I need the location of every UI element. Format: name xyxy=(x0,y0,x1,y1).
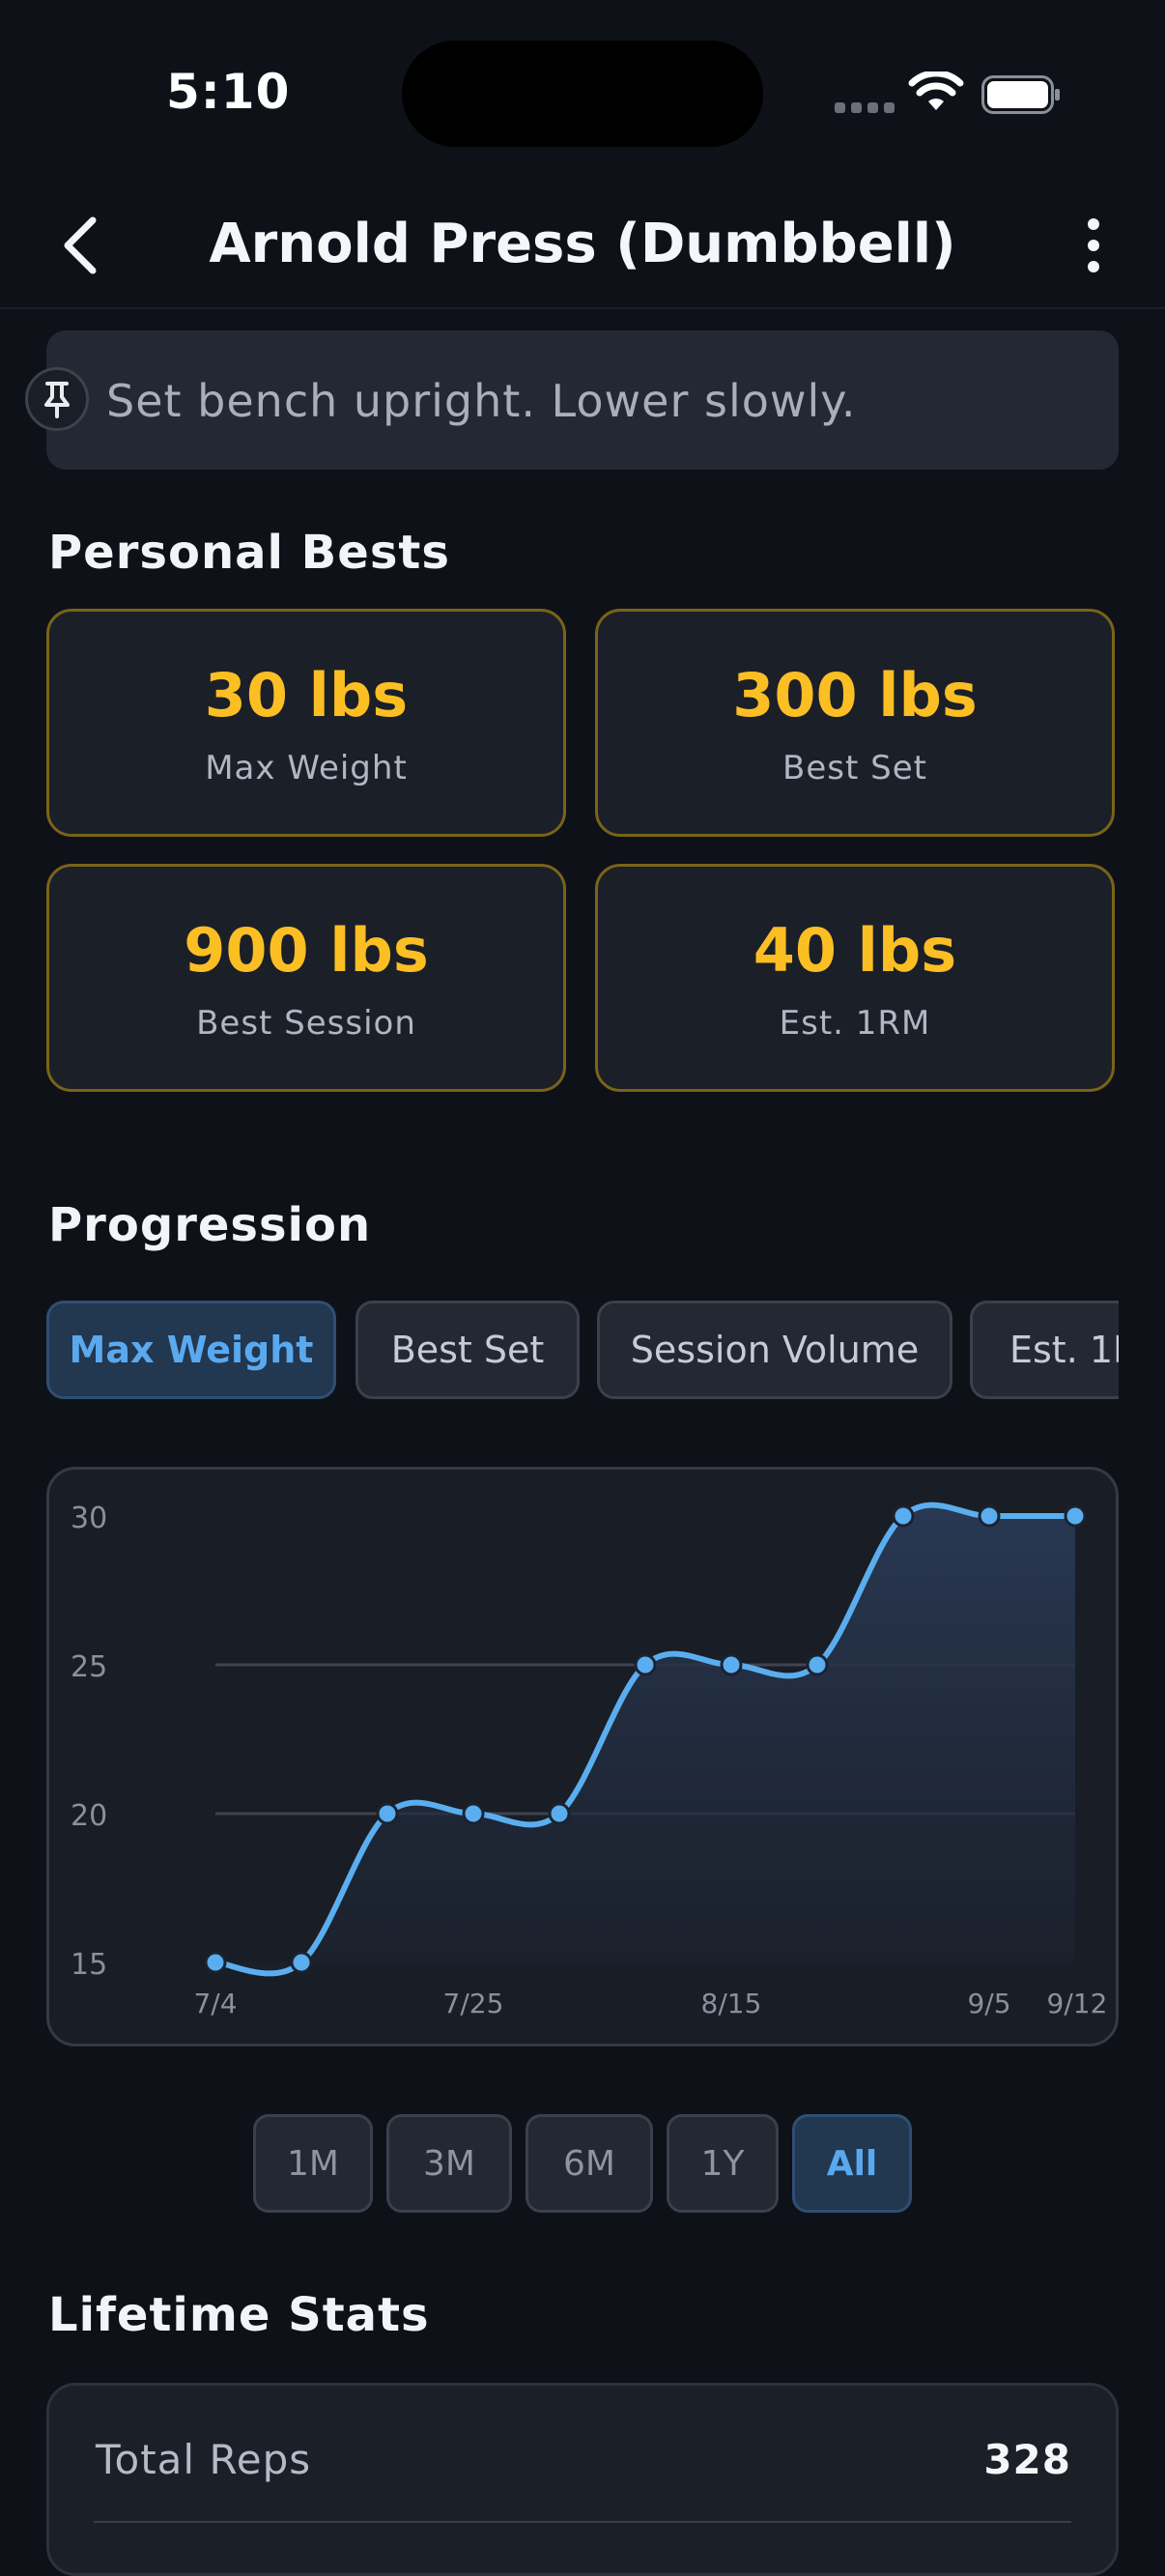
y-tick-label: 20 xyxy=(71,1799,107,1833)
data-point xyxy=(634,1653,657,1676)
progression-chart: 15 20 25 30 7/4 7/25 8/15 9/5 9/12 xyxy=(46,1467,1119,2046)
pin-icon[interactable] xyxy=(25,367,89,431)
chevron-left-icon[interactable] xyxy=(52,213,110,278)
data-point xyxy=(892,1504,915,1528)
x-tick-label: 9/5 xyxy=(967,1988,1010,2019)
more-vertical-icon[interactable] xyxy=(1074,215,1113,276)
x-tick-label: 8/15 xyxy=(701,1988,762,2019)
data-point xyxy=(978,1504,1001,1528)
pb-value: 40 lbs xyxy=(753,915,957,986)
data-point xyxy=(462,1802,485,1825)
stat-label-total-reps: Total Reps xyxy=(96,2436,312,2483)
pb-value: 300 lbs xyxy=(732,660,978,730)
cellular-signal-icon xyxy=(835,102,895,113)
progression-chart-svg: 15 20 25 30 7/4 7/25 8/15 9/5 9/12 xyxy=(71,1502,1108,2019)
area-fill xyxy=(215,1504,1075,1974)
data-point xyxy=(806,1653,829,1676)
data-point xyxy=(1064,1504,1087,1528)
data-point xyxy=(376,1802,399,1825)
pb-label: Best Session xyxy=(196,1004,416,1043)
pb-card-max-weight: 30 lbs Max Weight xyxy=(46,609,566,837)
nav-bar: Arnold Press (Dumbbell) xyxy=(0,184,1165,309)
metric-chip-max-weight[interactable]: Max Weight xyxy=(46,1301,336,1399)
data-point xyxy=(548,1802,571,1825)
pb-card-best-session: 900 lbs Best Session xyxy=(46,864,566,1092)
lifetime-stats-card: Total Reps 328 xyxy=(46,2383,1119,2576)
pb-value: 900 lbs xyxy=(184,915,429,986)
data-point xyxy=(290,1951,313,1974)
dynamic-island xyxy=(402,41,763,147)
divider xyxy=(94,2521,1071,2523)
lifetime-stats-title: Lifetime Stats xyxy=(48,2288,430,2342)
x-tick-label: 7/4 xyxy=(193,1988,237,2019)
personal-bests-title: Personal Bests xyxy=(48,526,450,580)
battery-icon xyxy=(981,75,1060,114)
status-time: 5:10 xyxy=(166,64,291,120)
range-button-all[interactable]: All xyxy=(792,2114,912,2213)
progression-title: Progression xyxy=(48,1198,372,1252)
metric-chips: Max Weight Best Set Session Volume Est. … xyxy=(46,1301,1119,1401)
pb-label: Best Set xyxy=(782,749,927,787)
range-button-3m[interactable]: 3M xyxy=(386,2114,512,2213)
pb-value: 30 lbs xyxy=(204,660,409,730)
pb-card-best-set: 300 lbs Best Set xyxy=(595,609,1115,837)
data-point xyxy=(204,1951,227,1974)
metric-chip-best-set[interactable]: Best Set xyxy=(355,1301,580,1399)
y-tick-label: 25 xyxy=(71,1650,107,1684)
x-tick-label: 7/25 xyxy=(443,1988,504,2019)
status-bar: 5:10 xyxy=(0,0,1165,174)
range-button-6m[interactable]: 6M xyxy=(526,2114,653,2213)
pb-card-est-1rm: 40 lbs Est. 1RM xyxy=(595,864,1115,1092)
page-title: Arnold Press (Dumbbell) xyxy=(209,213,956,275)
stat-value-total-reps: 328 xyxy=(983,2436,1071,2483)
y-tick-label: 30 xyxy=(71,1502,107,1535)
range-button-1y[interactable]: 1Y xyxy=(667,2114,779,2213)
note-text: Set bench upright. Lower slowly. xyxy=(106,375,857,427)
y-tick-label: 15 xyxy=(71,1948,107,1982)
metric-chip-session-volume[interactable]: Session Volume xyxy=(597,1301,952,1399)
x-tick-label: 9/12 xyxy=(1047,1988,1108,2019)
data-point xyxy=(720,1653,743,1676)
pb-label: Est. 1RM xyxy=(779,1004,931,1043)
wifi-icon xyxy=(908,72,964,110)
metric-chip-est-1rm[interactable]: Est. 1RM xyxy=(970,1301,1119,1399)
range-button-1m[interactable]: 1M xyxy=(253,2114,373,2213)
pb-label: Max Weight xyxy=(205,749,408,787)
